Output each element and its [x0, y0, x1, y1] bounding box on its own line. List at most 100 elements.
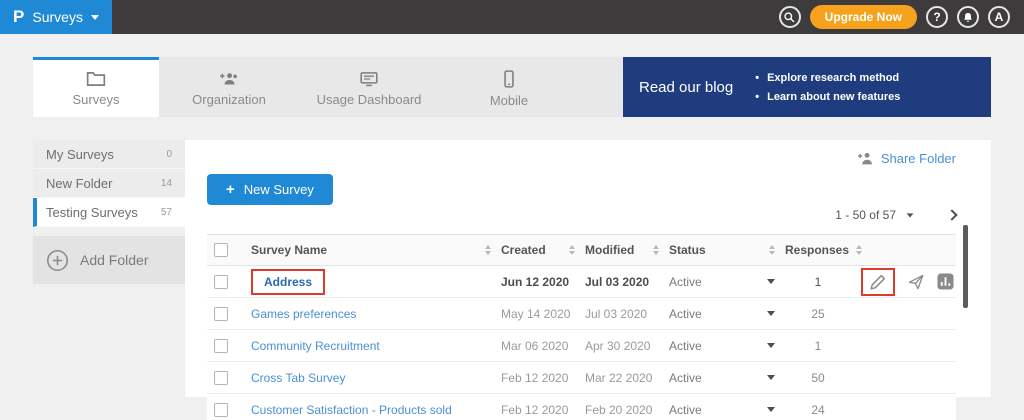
question-mark-icon: ? — [933, 10, 940, 24]
tab-label: Surveys — [73, 92, 120, 107]
folder-count: 57 — [161, 207, 172, 218]
sort-icon[interactable] — [769, 245, 775, 255]
responses-count: 1 — [785, 275, 851, 289]
proprofs-logo-icon: P — [13, 7, 24, 27]
created-date: Feb 12 2020 — [501, 403, 585, 417]
status-dropdown-icon[interactable] — [767, 343, 775, 348]
folders-sidebar: My Surveys 0 New Folder 14 Testing Surve… — [33, 140, 185, 397]
banner-title: Read our blog — [639, 79, 733, 96]
status-dropdown-icon[interactable] — [767, 279, 775, 284]
banner-bullet: Explore research method — [755, 72, 900, 84]
column-header-responses: Responses — [785, 243, 849, 257]
plus-icon: + — [226, 181, 235, 198]
sort-icon[interactable] — [569, 245, 575, 255]
new-survey-button[interactable]: + New Survey — [207, 174, 333, 205]
add-folder-button[interactable]: Add Folder — [33, 236, 185, 284]
tab-label: Usage Dashboard — [317, 92, 422, 107]
responses-count: 25 — [785, 307, 851, 321]
sort-icon[interactable] — [856, 245, 862, 255]
account-avatar[interactable]: A — [988, 6, 1010, 28]
created-date: Jun 12 2020 — [501, 275, 585, 289]
select-all-checkbox[interactable] — [214, 243, 228, 257]
next-page-chevron-icon[interactable] — [946, 209, 957, 220]
reports-button[interactable] — [937, 273, 954, 290]
modified-date: Mar 22 2020 — [585, 371, 669, 385]
bell-icon — [962, 11, 974, 24]
edit-pencil-icon[interactable] — [870, 274, 886, 290]
column-header-survey-name: Survey Name — [251, 243, 327, 257]
highlight-annotation-box — [861, 268, 895, 296]
column-header-created: Created — [501, 243, 546, 257]
folder-label: My Surveys — [46, 147, 114, 162]
mobile-phone-icon — [501, 70, 517, 88]
modified-date: Feb 20 2020 — [585, 403, 669, 417]
page-size-dropdown-icon[interactable] — [907, 213, 914, 217]
notifications-button[interactable] — [957, 6, 979, 28]
sidebar-item-testing-surveys[interactable]: Testing Surveys 57 — [33, 198, 185, 227]
tab-usage-dashboard[interactable]: Usage Dashboard — [299, 57, 439, 117]
help-button[interactable]: ? — [926, 6, 948, 28]
topbar-actions: Upgrade Now ? A — [779, 0, 1024, 34]
app-switcher[interactable]: P Surveys — [0, 0, 112, 34]
upgrade-now-button[interactable]: Upgrade Now — [810, 5, 917, 29]
app-menu-label: Surveys — [32, 9, 83, 25]
row-checkbox[interactable] — [214, 275, 228, 289]
folder-count: 0 — [166, 149, 172, 160]
banner-bullet: Learn about new features — [755, 91, 900, 103]
status-value: Active — [669, 339, 702, 353]
table-row: Cross Tab Survey Feb 12 2020 Mar 22 2020… — [207, 362, 956, 394]
survey-name-link[interactable]: Customer Satisfaction - Products sold — [251, 403, 452, 417]
add-folder-label: Add Folder — [80, 252, 148, 268]
surveys-panel: Share Folder + New Survey 1 - 50 of 57 S… — [185, 140, 991, 397]
created-date: Feb 12 2020 — [501, 371, 585, 385]
sidebar-item-new-folder[interactable]: New Folder 14 — [33, 169, 185, 198]
blog-banner[interactable]: Read our blog Explore research method Le… — [623, 57, 991, 117]
status-dropdown-icon[interactable] — [767, 407, 775, 412]
search-icon — [783, 11, 796, 24]
row-checkbox[interactable] — [214, 339, 228, 353]
row-checkbox[interactable] — [214, 307, 228, 321]
highlight-annotation-box: Address — [251, 269, 325, 295]
top-bar: P Surveys Upgrade Now ? A — [0, 0, 1024, 34]
modified-date: Apr 30 2020 — [585, 339, 669, 353]
row-checkbox[interactable] — [214, 403, 228, 417]
table-row: Games preferences May 14 2020 Jul 03 202… — [207, 298, 956, 330]
sort-icon[interactable] — [653, 245, 659, 255]
content-area: My Surveys 0 New Folder 14 Testing Surve… — [33, 140, 991, 397]
survey-name-link[interactable]: Cross Tab Survey — [251, 371, 345, 385]
responses-count: 50 — [785, 371, 851, 385]
vertical-scrollbar[interactable] — [963, 225, 968, 308]
share-folder-label: Share Folder — [881, 151, 956, 166]
folder-icon — [86, 71, 106, 87]
status-value: Active — [669, 371, 702, 385]
send-survey-button[interactable] — [908, 274, 924, 290]
tab-mobile[interactable]: Mobile — [439, 57, 579, 117]
column-header-status: Status — [669, 243, 706, 257]
survey-name-link[interactable]: Community Recruitment — [251, 339, 380, 353]
search-button[interactable] — [779, 6, 801, 28]
status-dropdown-icon[interactable] — [767, 375, 775, 380]
tab-surveys[interactable]: Surveys — [33, 57, 159, 117]
sort-icon[interactable] — [485, 245, 491, 255]
sidebar-item-my-surveys[interactable]: My Surveys 0 — [33, 140, 185, 169]
chevron-down-icon — [91, 15, 99, 20]
row-checkbox[interactable] — [214, 371, 228, 385]
primary-tabs: Surveys Organization Usage Dashboard Mob… — [33, 57, 991, 117]
table-row: Community Recruitment Mar 06 2020 Apr 30… — [207, 330, 956, 362]
share-folder-link[interactable]: Share Folder — [207, 148, 956, 168]
created-date: May 14 2020 — [501, 307, 585, 321]
status-dropdown-icon[interactable] — [767, 311, 775, 316]
tab-label: Organization — [192, 92, 266, 107]
bar-chart-icon — [937, 273, 954, 290]
tab-label: Mobile — [490, 93, 528, 108]
survey-name-link[interactable]: Address — [264, 275, 312, 289]
survey-name-link[interactable]: Games preferences — [251, 307, 356, 321]
table-row: Address Jun 12 2020 Jul 03 2020 Active 1 — [207, 266, 956, 298]
modified-date: Jul 03 2020 — [585, 307, 669, 321]
pagination-range: 1 - 50 of 57 — [835, 208, 896, 222]
tab-organization[interactable]: Organization — [159, 57, 299, 117]
created-date: Mar 06 2020 — [501, 339, 585, 353]
status-value: Active — [669, 275, 702, 289]
banner-bullet-list: Explore research method Learn about new … — [755, 72, 900, 103]
modified-date: Jul 03 2020 — [585, 275, 669, 289]
